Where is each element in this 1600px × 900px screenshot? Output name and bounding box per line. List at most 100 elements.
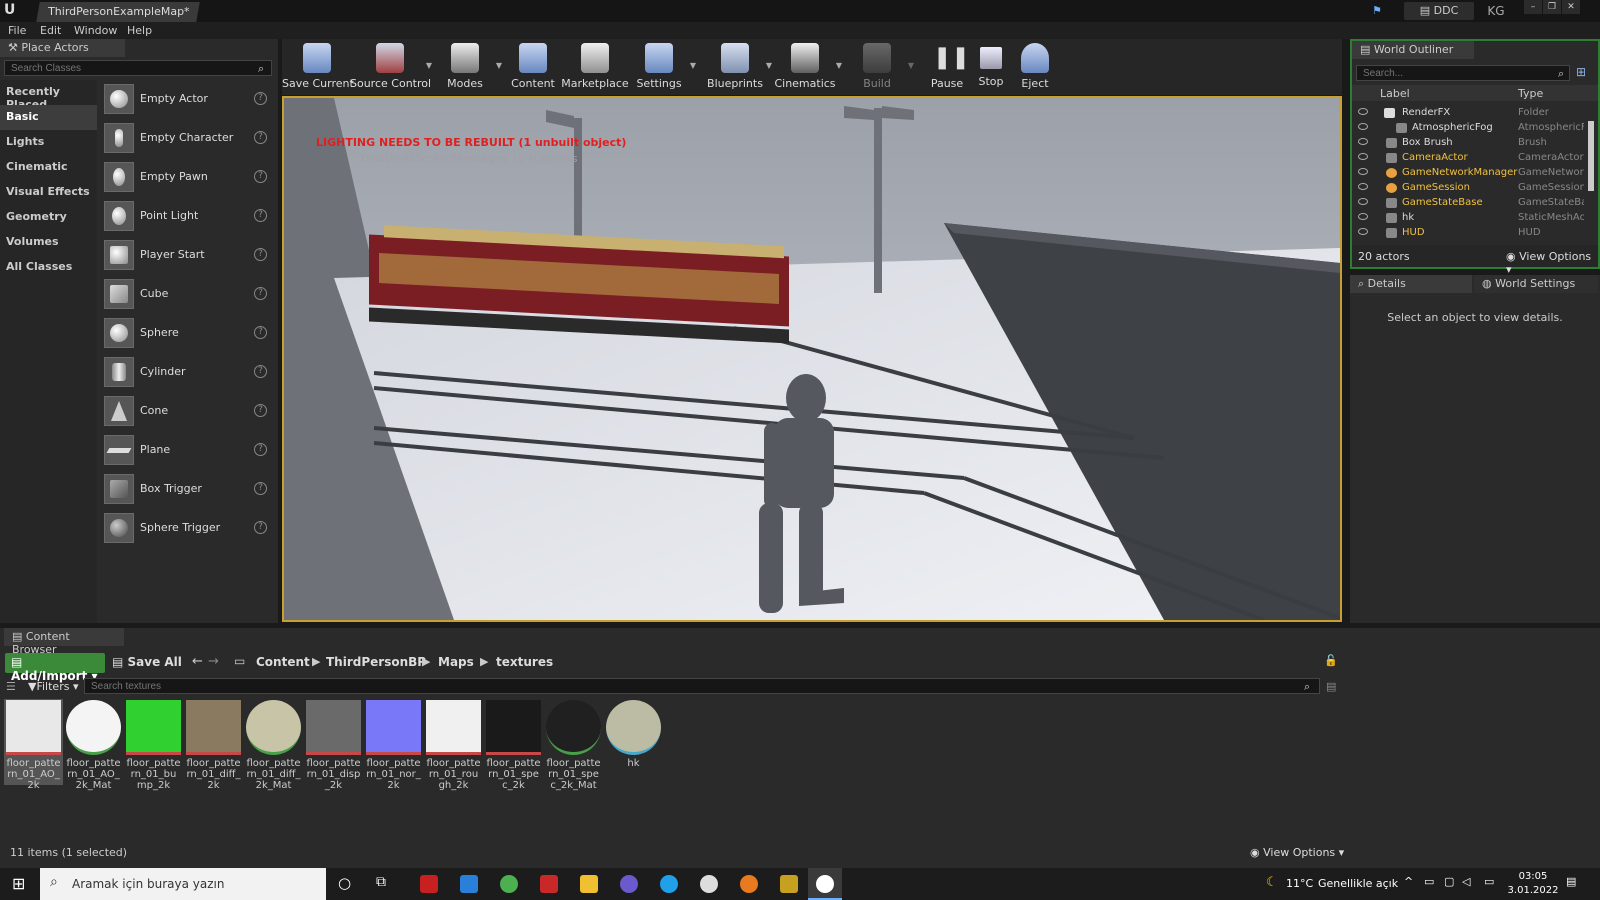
help-icon[interactable]: ?: [254, 482, 267, 495]
actor-empty-actor[interactable]: Empty Actor?: [104, 82, 274, 119]
help-icon[interactable]: ?: [254, 287, 267, 300]
asset-tile[interactable]: floor_pattern_01_diff_2k: [186, 700, 241, 791]
outliner-search-input[interactable]: [1356, 65, 1570, 81]
asset-tile[interactable]: floor_pattern_01_diff_2k_Mat: [246, 700, 301, 791]
outliner-scrollbar[interactable]: [1588, 121, 1594, 191]
user-badge[interactable]: KG: [1478, 2, 1514, 20]
menu-help[interactable]: Help: [127, 24, 152, 37]
breadcrumb-maps[interactable]: Maps: [438, 655, 474, 669]
actor-empty-pawn[interactable]: Empty Pawn?: [104, 160, 274, 197]
actor-cylinder[interactable]: Cylinder?: [104, 355, 274, 392]
help-icon[interactable]: ?: [254, 521, 267, 534]
outliner-row[interactable]: GameNetworkManager GameNetwork: [1352, 166, 1592, 181]
settings-button[interactable]: Settings ▼: [624, 41, 696, 93]
asset-tile[interactable]: hk: [606, 700, 661, 769]
document-tab[interactable]: ThirdPersonExampleMap*: [36, 2, 200, 22]
level-viewport[interactable]: LIGHTING NEEDS TO BE REBUILT (1 unbuilt …: [282, 96, 1342, 622]
modes-button[interactable]: Modes ▼: [430, 41, 502, 93]
save-search-icon[interactable]: ▤: [1326, 680, 1336, 693]
task-view-icon[interactable]: ⧉: [376, 874, 386, 890]
winrar-app-icon[interactable]: [780, 875, 798, 893]
messenger-app-icon[interactable]: [620, 875, 638, 893]
taskbar-search-box[interactable]: ⌕ Aramak için buraya yazın: [40, 868, 326, 900]
windows-start-icon[interactable]: ⊞: [12, 874, 25, 893]
outliner-row[interactable]: HUD HUD: [1352, 226, 1592, 241]
close-button[interactable]: ✕: [1562, 0, 1580, 14]
outliner-row[interactable]: hk StaticMeshAc: [1352, 211, 1592, 226]
asset-tile[interactable]: floor_pattern_01_bump_2k: [126, 700, 181, 791]
category-all-classes[interactable]: All Classes: [0, 255, 97, 280]
clock-date[interactable]: 3.01.2022: [1504, 885, 1562, 896]
sources-toggle-icon[interactable]: ☰: [6, 680, 16, 693]
asset-tile[interactable]: floor_pattern_01_spec_2k_Mat: [546, 700, 601, 791]
eject-button[interactable]: Eject: [1010, 41, 1060, 93]
world-outliner-tab[interactable]: ▤ World Outliner: [1352, 41, 1474, 59]
file-explorer-icon[interactable]: [580, 875, 598, 893]
dropdown-arrow-icon[interactable]: ▼: [690, 61, 696, 70]
maximize-button[interactable]: ❐: [1543, 0, 1561, 14]
breadcrumb-textures[interactable]: textures: [496, 655, 553, 669]
asset-tile[interactable]: floor_pattern_01_spec_2k: [486, 700, 541, 791]
chrome-app-icon[interactable]: [500, 875, 518, 893]
actor-box-trigger[interactable]: Box Trigger?: [104, 472, 274, 509]
minimize-button[interactable]: –: [1524, 0, 1542, 14]
cinematics-button[interactable]: Cinematics ▼: [770, 41, 842, 93]
blueprints-button[interactable]: Blueprints ▼: [700, 41, 772, 93]
help-icon[interactable]: ?: [254, 131, 267, 144]
help-icon[interactable]: ?: [254, 248, 267, 261]
unreal-logo-icon[interactable]: U: [4, 2, 22, 20]
help-icon[interactable]: ?: [254, 326, 267, 339]
forward-arrow-icon[interactable]: →: [208, 654, 219, 669]
outliner-row[interactable]: GameSession GameSession: [1352, 181, 1592, 196]
breadcrumb-thirdpersonbp[interactable]: ThirdPersonBP: [326, 655, 426, 669]
asset-tile[interactable]: floor_pattern_01_rough_2k: [426, 700, 481, 791]
add-folder-icon[interactable]: ⊞: [1576, 65, 1586, 79]
outliner-row[interactable]: GameStateBase GameStateBa: [1352, 196, 1592, 211]
menu-file[interactable]: File: [8, 24, 26, 37]
outliner-row[interactable]: RenderFX Folder: [1352, 106, 1592, 121]
help-icon[interactable]: ?: [254, 170, 267, 183]
clock-time[interactable]: 03:05: [1508, 871, 1558, 882]
asset-tile[interactable]: floor_pattern_01_AO_2k_Mat: [66, 700, 121, 791]
details-tab[interactable]: ⌕ Details: [1350, 275, 1472, 293]
ddc-button[interactable]: ▤ DDC: [1404, 2, 1474, 20]
actor-empty-character[interactable]: Empty Character?: [104, 121, 274, 158]
visibility-eye-icon[interactable]: [1358, 198, 1368, 205]
outliner-row[interactable]: CameraActor CameraActor: [1352, 151, 1592, 166]
build-button[interactable]: Build ▼: [842, 41, 914, 93]
menu-edit[interactable]: Edit: [40, 24, 61, 37]
weather-moon-icon[interactable]: ☾: [1266, 875, 1278, 890]
notification-icon[interactable]: ▤: [1566, 875, 1576, 888]
actor-point-light[interactable]: Point Light?: [104, 199, 274, 236]
category-visual-effects[interactable]: Visual Effects: [0, 180, 97, 205]
display-icon[interactable]: ▢: [1444, 875, 1454, 888]
filters-button[interactable]: ▼Filters ▾: [28, 680, 78, 693]
category-geometry[interactable]: Geometry: [0, 205, 97, 230]
stop-button[interactable]: Stop: [966, 41, 1016, 93]
help-icon[interactable]: ?: [254, 92, 267, 105]
autodesk-app-icon[interactable]: [420, 875, 438, 893]
visibility-eye-icon[interactable]: [1358, 123, 1368, 130]
skype-app-icon[interactable]: [660, 875, 678, 893]
type-column-header[interactable]: Type: [1518, 87, 1543, 100]
world-settings-tab[interactable]: ◍ World Settings: [1474, 275, 1598, 293]
search-textures-input[interactable]: [84, 678, 1320, 694]
category-cinematic[interactable]: Cinematic: [0, 155, 97, 180]
category-recently-placed[interactable]: Recently Placed: [0, 80, 97, 111]
mail-app-icon[interactable]: [460, 875, 478, 893]
actor-cone[interactable]: Cone?: [104, 394, 274, 431]
visibility-eye-icon[interactable]: [1358, 213, 1368, 220]
battery-icon[interactable]: ▭: [1484, 875, 1494, 888]
paint-app-icon[interactable]: [700, 875, 718, 893]
add-import-button[interactable]: ▤ Add/Import ▾: [5, 653, 105, 683]
help-icon[interactable]: ?: [254, 209, 267, 222]
content-button[interactable]: Content: [500, 41, 566, 93]
content-browser-tab[interactable]: ▤ Content Browser: [4, 628, 124, 656]
visibility-eye-icon[interactable]: [1358, 168, 1368, 175]
outliner-row[interactable]: Box Brush Brush: [1352, 136, 1592, 151]
visibility-eye-icon[interactable]: [1358, 153, 1368, 160]
marketplace-button[interactable]: Marketplace: [560, 41, 630, 93]
breadcrumb-content[interactable]: Content: [256, 655, 310, 669]
help-icon[interactable]: ?: [254, 365, 267, 378]
search-classes-input[interactable]: [4, 60, 272, 76]
